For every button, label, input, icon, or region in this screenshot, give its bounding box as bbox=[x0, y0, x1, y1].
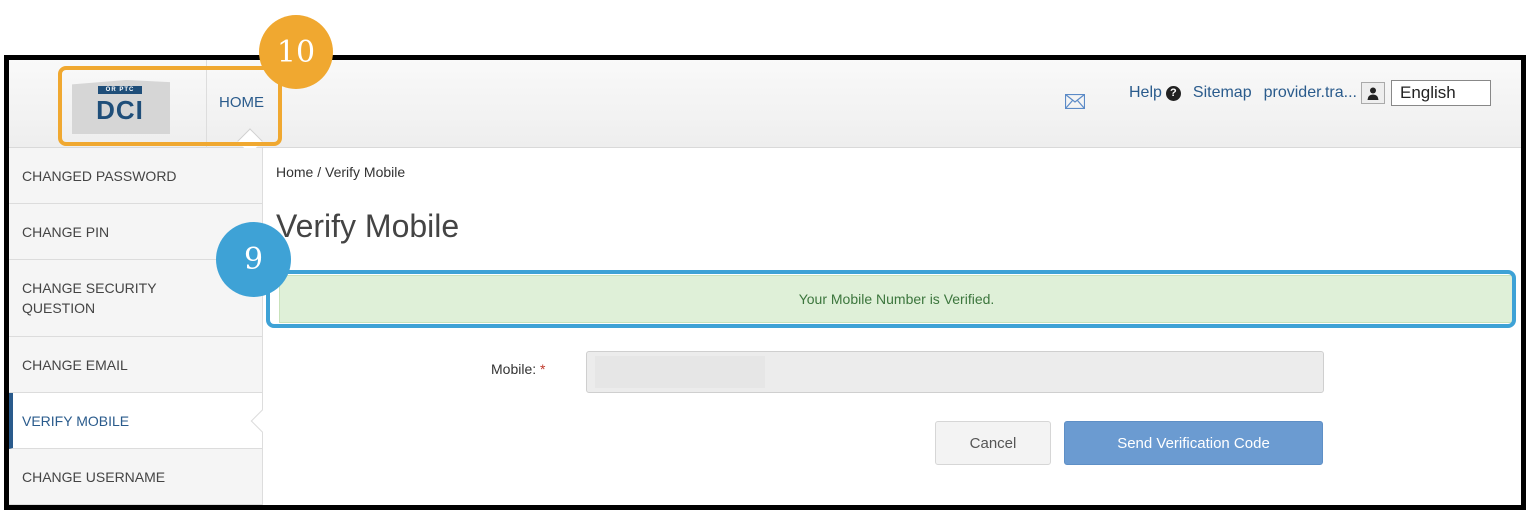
help-question-icon: ? bbox=[1165, 86, 1181, 101]
sidebar-item-change-email[interactable]: CHANGE EMAIL bbox=[9, 337, 262, 393]
annotation-highlight-logo-home bbox=[58, 66, 282, 146]
breadcrumb: Home / Verify Mobile bbox=[276, 164, 406, 180]
help-label: Help bbox=[1129, 84, 1162, 101]
user-icon[interactable] bbox=[1360, 82, 1385, 104]
sidebar-item-change-username[interactable]: CHANGE USERNAME bbox=[9, 449, 262, 505]
cancel-button[interactable]: Cancel bbox=[935, 421, 1051, 465]
sitemap-link[interactable]: Sitemap bbox=[1193, 84, 1252, 102]
sidebar: CHANGED PASSWORD CHANGE PIN CHANGE SECUR… bbox=[9, 148, 274, 505]
sidebar-item-changed-password[interactable]: CHANGED PASSWORD bbox=[9, 148, 262, 204]
annotation-badge-10: 10 bbox=[259, 15, 333, 89]
help-link[interactable]: Help? bbox=[1129, 84, 1181, 102]
page-title: Verify Mobile bbox=[276, 208, 460, 244]
sidebar-item-verify-mobile[interactable]: VERIFY MOBILE bbox=[9, 393, 274, 449]
mail-icon[interactable] bbox=[1065, 94, 1085, 109]
annotation-badge-9: 9 bbox=[216, 222, 291, 297]
mobile-label-text: Mobile: bbox=[491, 361, 537, 377]
annotation-highlight-alert bbox=[266, 270, 1516, 328]
language-select[interactable]: English bbox=[1390, 80, 1491, 106]
sidebar-item-label: CHANGE SECURITY QUESTION bbox=[22, 280, 157, 316]
nav-right-group: Help? Sitemap provider.tra... English bbox=[1129, 80, 1491, 106]
sidebar-item-label: VERIFY MOBILE bbox=[22, 412, 130, 429]
required-marker: * bbox=[540, 361, 546, 377]
send-verification-code-button[interactable]: Send Verification Code bbox=[1064, 421, 1323, 465]
mobile-label: Mobile: * bbox=[491, 361, 545, 377]
mobile-input[interactable] bbox=[586, 351, 1324, 393]
username-link[interactable]: provider.tra... bbox=[1264, 84, 1357, 102]
mobile-value-redacted bbox=[595, 356, 765, 388]
